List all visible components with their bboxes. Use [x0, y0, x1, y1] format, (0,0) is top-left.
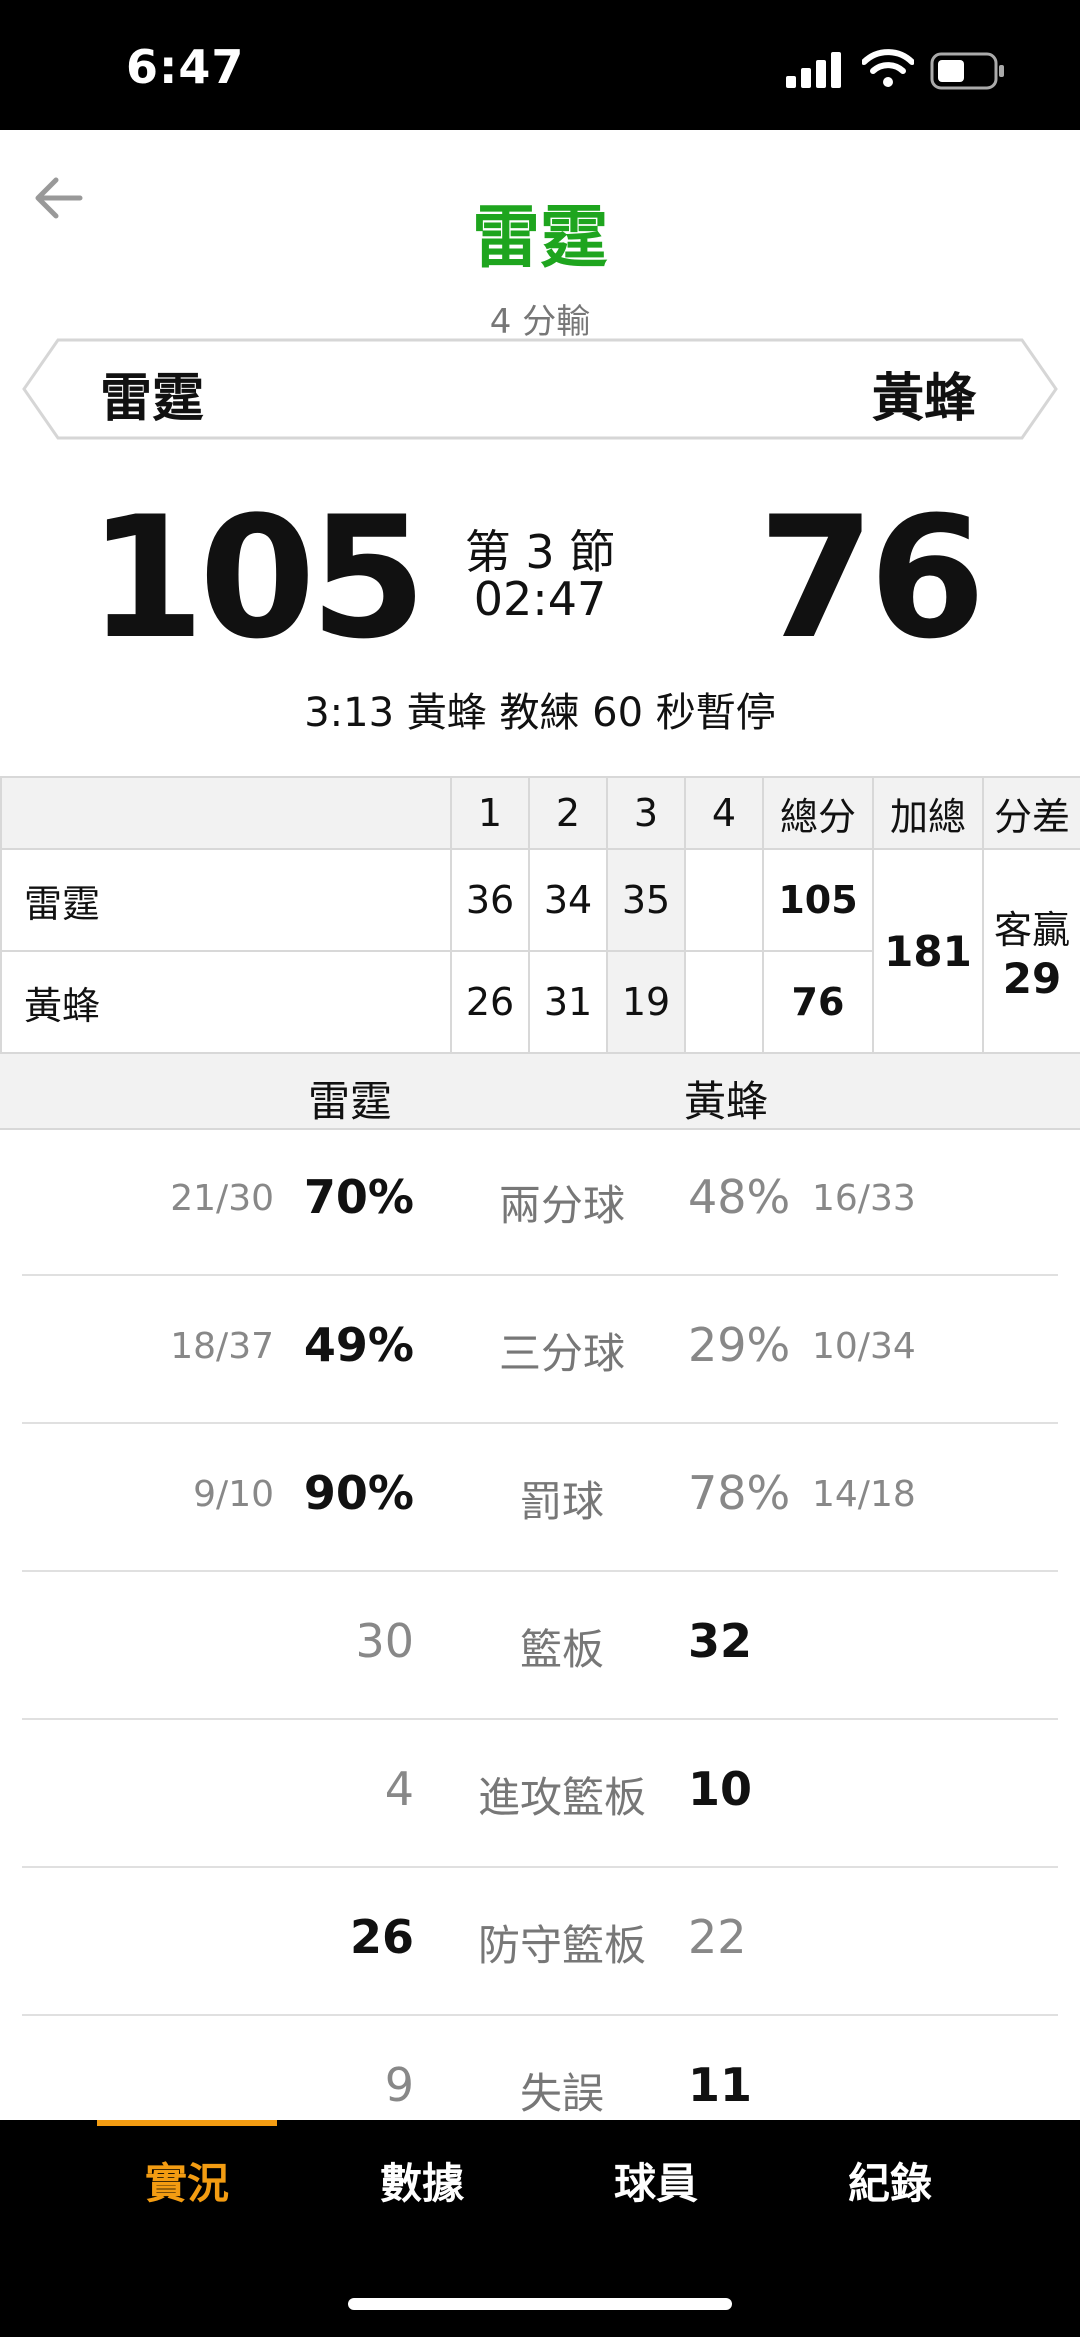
home-team-name[interactable]: 雷霆 [100, 356, 204, 431]
stat-label: 防守籃板 [477, 1921, 646, 1970]
away-stat-value: 48% [688, 1170, 791, 1224]
q4-cell [684, 950, 764, 1054]
stats-header-away: 黃蜂 [684, 1077, 769, 1126]
stat-row: 21/30 70% 兩分球 48% 16/33 [22, 1128, 1058, 1276]
away-score: 76 [758, 480, 986, 676]
quarter-score-table: 1 2 3 4 總分 加總 分差 雷霆 36 34 35 105 181 客贏 … [0, 776, 1080, 1054]
q1-cell: 36 [450, 848, 530, 952]
total-cell: 105 [762, 848, 874, 952]
stats-header: 雷霆 黃蜂 [0, 1052, 1080, 1130]
tab-players[interactable]: 球員 [566, 2150, 746, 2211]
q3-cell: 35 [606, 848, 686, 952]
latest-event: 3:13 黃蜂 教練 60 秒暫停 [304, 690, 776, 736]
header-diff: 分差 [982, 776, 1080, 850]
active-tab-indicator [97, 2120, 277, 2126]
stat-row: 30 籃板 32 [22, 1572, 1058, 1720]
header-total: 總分 [762, 776, 874, 850]
away-stat-value: 32 [688, 1614, 753, 1668]
diff-cell: 客贏 29 [982, 848, 1080, 1054]
away-stat-value: 29% [688, 1318, 791, 1372]
q1-cell: 26 [450, 950, 530, 1054]
stat-row: 18/37 49% 三分球 29% 10/34 [22, 1276, 1058, 1424]
away-team-name[interactable]: 黃蜂 [872, 356, 976, 431]
stat-label: 籃板 [519, 1625, 604, 1674]
away-stat-value: 78% [688, 1466, 791, 1520]
away-made-attempts: 16/33 [812, 1178, 916, 1219]
header-q4: 4 [684, 776, 764, 850]
signal-icon [786, 52, 841, 88]
q4-cell [684, 848, 764, 952]
q2-cell: 31 [528, 950, 608, 1054]
team-name-cell: 雷霆 [0, 848, 452, 952]
home-indicator[interactable] [348, 2298, 732, 2310]
tab-records[interactable]: 紀錄 [800, 2150, 980, 2211]
away-stat-value: 22 [688, 1910, 747, 1964]
header-sum: 加總 [872, 776, 984, 850]
diff-label: 客贏 [993, 908, 1070, 952]
stat-label: 三分球 [498, 1329, 625, 1378]
team-stats-list: 21/30 70% 兩分球 48% 16/33 18/37 49% 三分球 29… [22, 1128, 1058, 2164]
away-stat-value: 10 [688, 1762, 753, 1816]
away-made-attempts: 14/18 [812, 1474, 916, 1515]
table-header-row: 1 2 3 4 總分 加總 分差 [0, 776, 1080, 850]
team-name-cell: 黃蜂 [0, 950, 452, 1054]
header-q3: 3 [606, 776, 686, 850]
stats-header-home: 雷霆 [308, 1077, 393, 1126]
away-made-attempts: 10/34 [812, 1326, 916, 1367]
home-made-attempts: 21/30 [170, 1178, 274, 1219]
stat-row: 26 防守籃板 22 [22, 1868, 1058, 2016]
sum-cell: 181 [872, 848, 984, 1054]
home-made-attempts: 9/10 [193, 1474, 274, 1515]
tab-stats[interactable]: 數據 [332, 2150, 512, 2211]
stat-label: 進攻籃板 [477, 1773, 646, 1822]
wifi-icon [862, 49, 914, 87]
diff-value: 29 [1002, 954, 1062, 1003]
status-bar: 6:47 [0, 0, 1080, 130]
stat-label: 失誤 [519, 2069, 604, 2118]
away-stat-value: 11 [688, 2058, 753, 2112]
q3-cell: 19 [606, 950, 686, 1054]
stat-label: 兩分球 [498, 1181, 625, 1230]
q2-cell: 34 [528, 848, 608, 952]
header-blank [0, 776, 452, 850]
home-made-attempts: 18/37 [170, 1326, 274, 1367]
battery-icon [930, 52, 1004, 90]
stat-row: 4 進攻籃板 10 [22, 1720, 1058, 1868]
header-q1: 1 [450, 776, 530, 850]
header-q2: 2 [528, 776, 608, 850]
status-time: 6:47 [126, 40, 245, 94]
stat-label: 罰球 [519, 1477, 604, 1526]
stat-row: 9/10 90% 罰球 78% 14/18 [22, 1424, 1058, 1572]
total-cell: 76 [762, 950, 874, 1054]
table-row: 雷霆 36 34 35 105 181 客贏 29 [0, 848, 1080, 1054]
page-title: 雷霆 [471, 199, 608, 278]
tab-live[interactable]: 實況 [97, 2150, 277, 2211]
